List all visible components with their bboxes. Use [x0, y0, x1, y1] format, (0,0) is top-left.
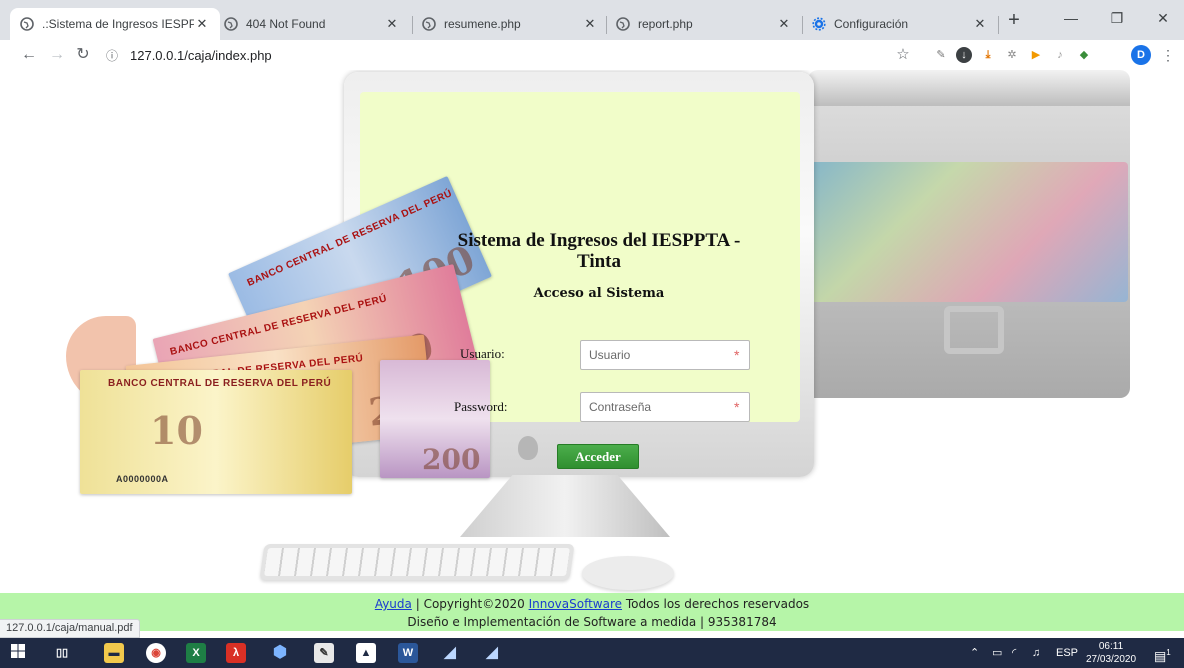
tray-volume-icon[interactable]: ♫	[1032, 638, 1040, 668]
briefcase-lock	[944, 306, 1004, 354]
excel-icon[interactable]: X	[186, 643, 206, 663]
app-wing-icon[interactable]: ◢	[440, 643, 460, 663]
status-bar-url: 127.0.0.1/caja/manual.pdf	[0, 619, 140, 638]
banknote-serial: A0000000A	[116, 474, 169, 484]
apple-logo-icon	[518, 436, 538, 460]
extension-eyedropper-icon[interactable]: ✎	[933, 47, 949, 63]
banknote-10: BANCO CENTRAL DE RESERVA DEL PERÚ 10 A00…	[80, 370, 352, 494]
footer-line-2: Diseño e Implementación de Software a me…	[407, 615, 777, 629]
tab-report[interactable]: report.php ✕	[606, 8, 802, 40]
briefcase-lid	[808, 70, 1130, 106]
forward-arrow-icon[interactable]: →	[46, 44, 68, 66]
tray-language[interactable]: ESP	[1056, 638, 1078, 668]
profile-avatar[interactable]: D	[1131, 45, 1151, 65]
app-wing-icon-2[interactable]: ◢	[482, 643, 502, 663]
banknote-200: 200	[380, 360, 490, 478]
tab-resumene[interactable]: resumene.php ✕	[412, 8, 608, 40]
globe-icon	[20, 17, 34, 31]
extension-play-icon[interactable]: ▶	[1028, 47, 1044, 63]
address-url: 127.0.0.1/caja/index.php	[130, 47, 272, 63]
monitor-stand	[460, 475, 670, 537]
extension-download-circle-icon[interactable]: ↓	[956, 47, 972, 63]
close-icon[interactable]: ✕	[776, 16, 792, 32]
page-subtitle: Acceso al Sistema	[533, 286, 665, 301]
extension-leaf-icon[interactable]: ◆	[1076, 47, 1092, 63]
help-link[interactable]: Ayuda	[375, 597, 412, 611]
browser-toolbar: ← → ↻ ⓘ 127.0.0.1/caja/index.php ☆ ✎ ↓ ⤓…	[0, 40, 1184, 70]
required-asterisk: *	[734, 399, 740, 415]
page-footer: Ayuda | Copyright©2020 InnovaSoftware To…	[0, 593, 1184, 631]
globe-icon	[616, 17, 630, 31]
chrome-icon[interactable]: ◉	[146, 643, 166, 663]
required-asterisk: *	[734, 347, 740, 363]
paint-icon[interactable]: ✎	[314, 643, 334, 663]
info-icon[interactable]: ⓘ	[106, 47, 124, 64]
close-icon[interactable]: ✕	[194, 16, 210, 32]
tab-title: .:Sistema de Ingresos IESPPTA	[42, 17, 194, 31]
tab-title: 404 Not Found	[246, 17, 326, 31]
tab-title: resumene.php	[444, 17, 521, 31]
taskbar-clock[interactable]: 06:11 27/03/2020	[1086, 640, 1136, 666]
tab-configuracion[interactable]: Configuración ✕	[802, 8, 998, 40]
photos-icon[interactable]: ▲	[356, 643, 376, 663]
file-explorer-icon[interactable]: ▬	[104, 643, 124, 663]
restore-icon[interactable]: ❐	[1094, 6, 1140, 30]
3d-box-icon[interactable]: ⬢	[270, 643, 290, 663]
tab-title: report.php	[638, 17, 693, 31]
address-bar[interactable]: ⓘ 127.0.0.1/caja/index.php	[106, 43, 926, 67]
clock-time: 06:11	[1098, 641, 1124, 652]
menu-kebab-icon[interactable]: ⋮	[1160, 47, 1176, 63]
keyboard-illustration	[259, 544, 575, 580]
password-label: Password:	[454, 399, 508, 414]
reload-icon[interactable]: ↻	[72, 44, 94, 66]
clock-date: 27/03/2020	[1086, 654, 1137, 665]
banknote-value: 10	[150, 408, 203, 453]
password-input[interactable]	[580, 392, 750, 422]
back-arrow-icon[interactable]: ←	[18, 44, 40, 66]
word-icon[interactable]: W	[398, 643, 418, 663]
new-tab-plus-icon[interactable]: +	[1003, 10, 1025, 32]
close-icon[interactable]: ✕	[582, 16, 598, 32]
close-icon[interactable]: ✕	[972, 16, 988, 32]
acceder-button[interactable]: Acceder	[557, 444, 639, 469]
globe-icon	[224, 17, 238, 31]
tray-battery-icon[interactable]: ▭	[992, 638, 1002, 668]
gear-icon	[812, 17, 826, 31]
acrobat-icon[interactable]: λ	[226, 643, 246, 663]
windows-start-icon[interactable]	[8, 643, 28, 663]
close-icon[interactable]: ✕	[384, 16, 400, 32]
tab-title: Configuración	[834, 17, 909, 31]
window-close-icon[interactable]: ✕	[1140, 6, 1184, 30]
tab-sistema-ingresos[interactable]: .:Sistema de Ingresos IESPPTA ✕	[10, 8, 220, 40]
footer-line-1: Ayuda | Copyright©2020 InnovaSoftware To…	[0, 595, 1184, 613]
mouse-illustration	[582, 556, 674, 590]
notification-count: 1	[1166, 648, 1171, 657]
banknote-bank-name: BANCO CENTRAL DE RESERVA DEL PERÚ	[108, 378, 332, 389]
tray-wifi-icon[interactable]: ◜	[1012, 638, 1016, 668]
rights-text: Todos los derechos reservados	[622, 597, 810, 611]
notification-icon[interactable]: ▤1	[1154, 638, 1171, 668]
copyright-text: | Copyright©2020	[411, 597, 529, 611]
bookmark-star-icon[interactable]: ☆	[892, 44, 914, 66]
globe-icon	[422, 17, 436, 31]
browser-tab-strip: .:Sistema de Ingresos IESPPTA ✕ 404 Not …	[0, 0, 1184, 40]
banknote-value: 200	[422, 443, 481, 476]
extension-microphone-icon[interactable]: ♪	[1052, 47, 1068, 63]
login-page: BANCO CENTRAL DE RESERVA DEL PERÚ 100 BA…	[0, 70, 1184, 593]
page-title: Sistema de Ingresos del IESPPTA - Tinta	[457, 230, 741, 272]
company-link[interactable]: InnovaSoftware	[529, 597, 622, 611]
tab-separator	[998, 16, 999, 34]
username-label: Usuario:	[460, 346, 505, 361]
task-view-icon[interactable]: ▯▯	[52, 643, 72, 663]
briefcase-money-illustration	[808, 162, 1128, 302]
windows-taskbar: ▯▯ ▬ ◉ X λ ⬢ ✎ ▲ W ◢ ◢ ⌃ ▭ ◜ ♫ ESP 06:11…	[0, 638, 1184, 668]
minimize-icon[interactable]: —	[1048, 6, 1094, 30]
tray-chevron-up-icon[interactable]: ⌃	[970, 638, 979, 668]
extension-puzzle-icon[interactable]: ✲	[1004, 47, 1020, 63]
username-input[interactable]	[580, 340, 750, 370]
tab-404-not-found[interactable]: 404 Not Found ✕	[214, 8, 410, 40]
extension-download-arrow-icon[interactable]: ⤓	[980, 47, 996, 63]
